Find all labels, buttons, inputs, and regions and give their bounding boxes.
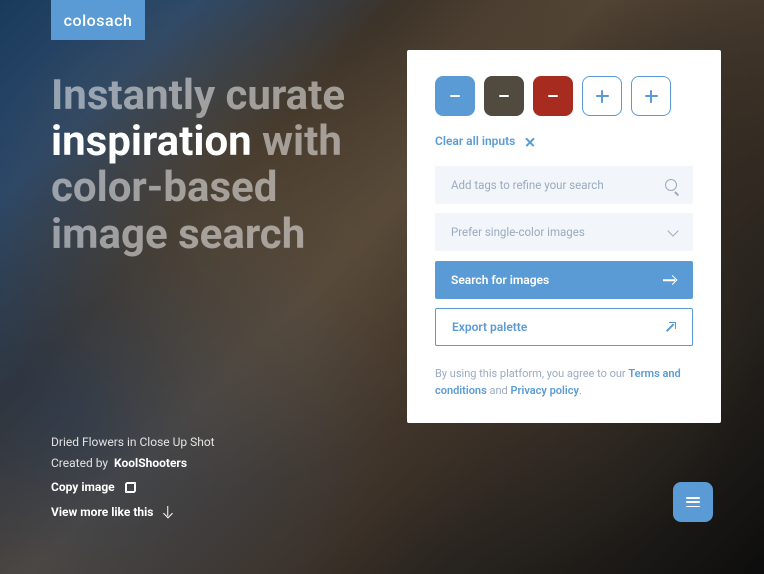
minus-icon (548, 95, 558, 97)
image-title: Dried Flowers in Close Up Shot (51, 432, 215, 452)
privacy-link[interactable]: Privacy policy (510, 384, 578, 397)
add-color-swatch[interactable] (631, 76, 671, 116)
copy-image-label: Copy image (51, 477, 115, 497)
view-more-button[interactable]: View more like this (51, 502, 215, 522)
copy-icon (125, 482, 136, 493)
brand-logo[interactable]: colosach (51, 0, 145, 40)
search-button[interactable]: Search for images (435, 261, 693, 299)
color-swatch-row (435, 76, 693, 116)
plus-icon (645, 90, 658, 103)
heading-part1: Instantly curate (51, 71, 345, 120)
menu-icon (686, 497, 700, 507)
add-color-swatch[interactable] (582, 76, 622, 116)
minus-icon (499, 95, 509, 97)
brand-name: colosach (64, 11, 133, 30)
legal-middle: and (487, 384, 511, 397)
view-more-label: View more like this (51, 502, 153, 522)
arrow-up-right-icon (666, 322, 676, 332)
menu-fab[interactable] (673, 482, 713, 522)
preference-label: Prefer single-color images (451, 225, 585, 239)
creator-name[interactable]: KoolShooters (114, 456, 187, 470)
clear-inputs-label: Clear all inputs (435, 134, 515, 148)
search-button-label: Search for images (451, 273, 549, 287)
page-heading: Instantly curate inspiration with color-… (51, 73, 391, 258)
legal-text: By using this platform, you agree to our… (435, 366, 693, 399)
tags-input[interactable]: Add tags to refine your search (435, 166, 693, 204)
color-swatch-2[interactable] (484, 76, 524, 116)
arrow-down-icon (163, 506, 172, 518)
image-metadata: Dried Flowers in Close Up Shot Created b… (51, 432, 215, 522)
search-panel: Clear all inputs Add tags to refine your… (407, 50, 721, 423)
copy-image-button[interactable]: Copy image (51, 477, 215, 497)
export-button-label: Export palette (452, 320, 527, 334)
chevron-down-icon (667, 225, 678, 236)
created-by-label: Created by (51, 456, 108, 470)
search-icon (665, 179, 677, 191)
color-swatch-3[interactable] (533, 76, 573, 116)
image-creator: Created by KoolShooters (51, 453, 215, 473)
plus-icon (596, 90, 609, 103)
legal-prefix: By using this platform, you agree to our (435, 367, 628, 380)
minus-icon (450, 95, 460, 97)
heading-highlight: inspiration (51, 117, 252, 166)
export-button[interactable]: Export palette (435, 308, 693, 346)
color-swatch-1[interactable] (435, 76, 475, 116)
close-icon (525, 137, 534, 146)
preference-select[interactable]: Prefer single-color images (435, 213, 693, 251)
clear-inputs-button[interactable]: Clear all inputs (435, 134, 693, 148)
legal-suffix: . (579, 384, 582, 397)
tags-placeholder: Add tags to refine your search (451, 178, 604, 192)
arrow-right-icon (663, 276, 677, 284)
